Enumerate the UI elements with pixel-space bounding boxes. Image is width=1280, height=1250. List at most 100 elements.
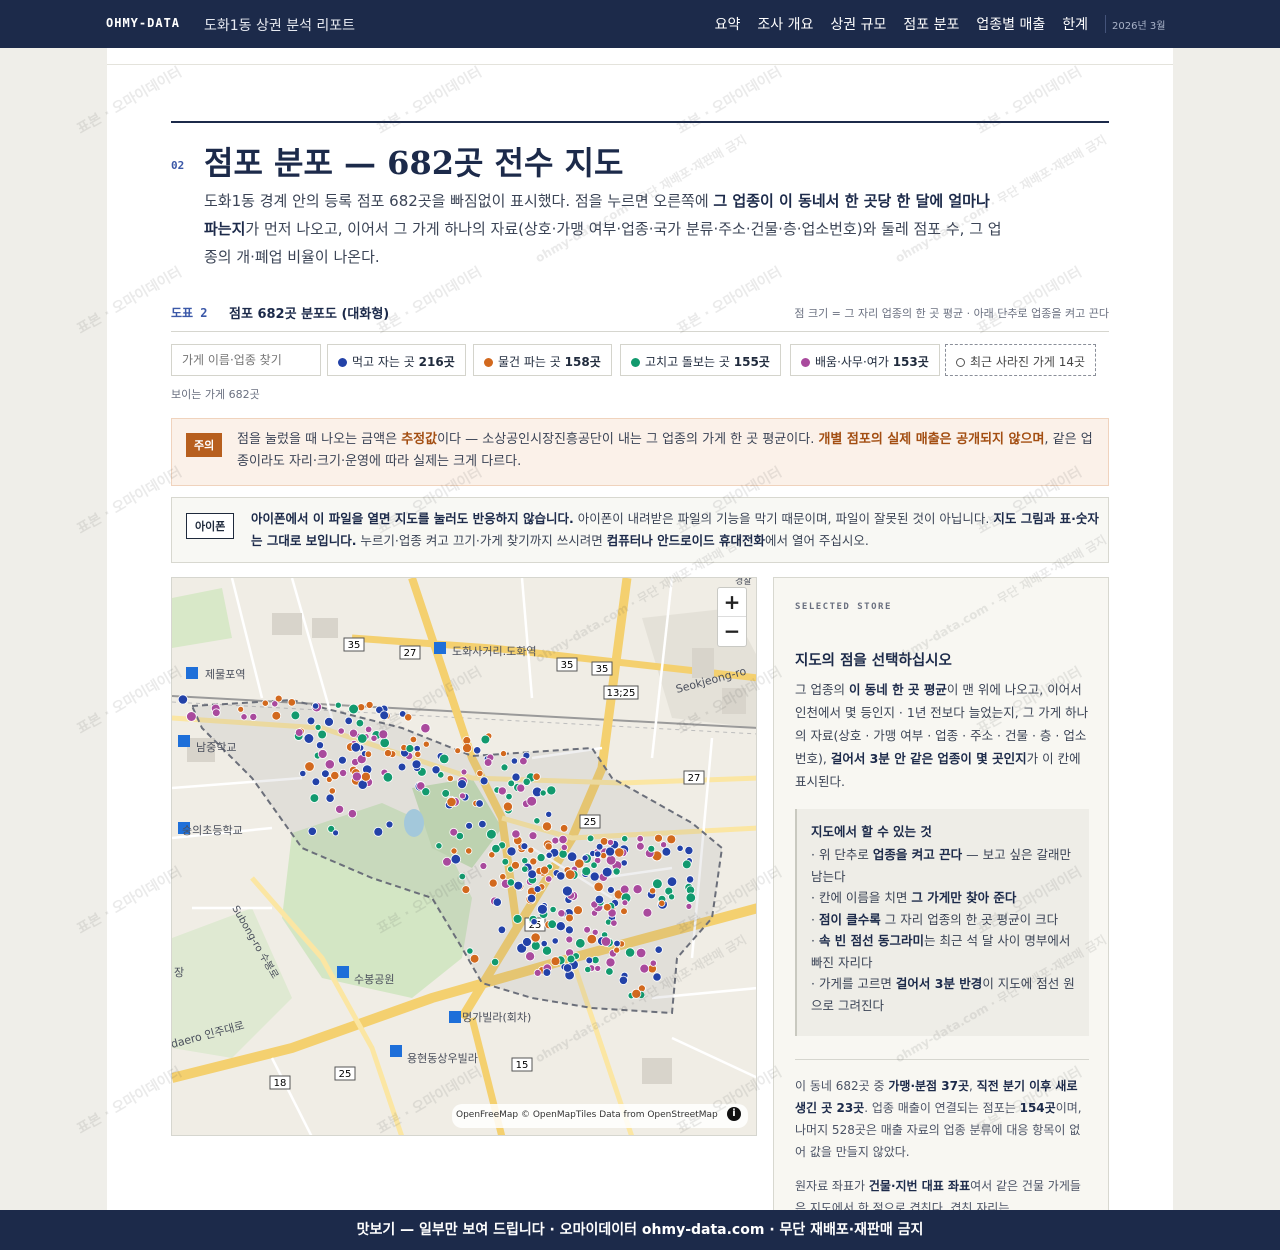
store-marker[interactable]	[501, 857, 510, 866]
store-marker[interactable]	[337, 727, 345, 735]
store-marker[interactable]	[490, 957, 500, 967]
store-marker[interactable]	[550, 956, 561, 967]
store-marker[interactable]	[466, 947, 474, 955]
store-marker[interactable]	[458, 792, 466, 800]
store-marker[interactable]	[536, 903, 548, 915]
store-marker[interactable]	[605, 957, 616, 968]
store-marker[interactable]	[304, 761, 315, 772]
store-marker[interactable]	[519, 756, 528, 766]
store-marker[interactable]	[261, 699, 269, 707]
nav-link-summary[interactable]: 요약	[715, 14, 741, 34]
store-marker[interactable]	[379, 737, 390, 749]
store-marker[interactable]	[545, 875, 553, 883]
store-marker[interactable]	[541, 945, 552, 956]
store-marker[interactable]	[594, 964, 602, 972]
store-marker[interactable]	[492, 897, 502, 907]
store-marker[interactable]	[613, 946, 621, 954]
store-marker[interactable]	[530, 918, 538, 926]
store-marker[interactable]	[512, 913, 523, 924]
store-marker[interactable]	[594, 850, 602, 858]
store-marker[interactable]	[312, 702, 320, 710]
store-marker[interactable]	[335, 804, 345, 814]
nav-link-market-size[interactable]: 상권 규모	[830, 14, 886, 34]
store-marker[interactable]	[556, 871, 566, 881]
store-marker[interactable]	[624, 947, 636, 958]
store-marker[interactable]	[581, 866, 592, 877]
filter-chip-repair-care[interactable]: 고치고 돌보는 곳 155곳	[620, 344, 781, 376]
store-marker[interactable]	[271, 700, 279, 708]
filter-chip-retail[interactable]: 물건 파는 곳 158곳	[473, 344, 612, 376]
store-marker[interactable]	[465, 847, 473, 855]
store-marker[interactable]	[287, 698, 296, 707]
store-marker[interactable]	[306, 716, 316, 726]
store-marker[interactable]	[314, 723, 322, 731]
store-marker[interactable]	[658, 899, 666, 907]
filter-chip-closed-stores[interactable]: 최근 사라진 가게 14곳	[945, 344, 1097, 376]
store-marker[interactable]	[473, 746, 482, 755]
store-marker[interactable]	[446, 774, 454, 782]
store-marker[interactable]	[522, 777, 531, 786]
store-marker[interactable]	[364, 750, 373, 758]
store-marker[interactable]	[271, 710, 282, 721]
store-marker[interactable]	[527, 869, 537, 880]
store-marker[interactable]	[365, 700, 374, 709]
store-marker[interactable]	[497, 925, 507, 934]
store-marker[interactable]	[420, 723, 431, 734]
store-marker[interactable]	[355, 718, 365, 728]
zoom-in-button[interactable]: +	[718, 588, 746, 617]
store-marker[interactable]	[605, 846, 616, 857]
store-marker[interactable]	[317, 729, 327, 740]
store-marker[interactable]	[454, 747, 462, 755]
store-marker[interactable]	[364, 725, 373, 734]
store-marker[interactable]	[404, 713, 413, 722]
store-marker[interactable]	[564, 925, 574, 935]
store-marker[interactable]	[506, 846, 517, 857]
store-marker[interactable]	[605, 967, 614, 976]
store-marker[interactable]	[431, 765, 441, 775]
store-marker[interactable]	[547, 919, 557, 929]
store-marker[interactable]	[533, 968, 542, 977]
store-marker[interactable]	[360, 771, 371, 782]
store-marker[interactable]	[325, 793, 335, 803]
store-marker[interactable]	[328, 787, 336, 795]
store-marker[interactable]	[558, 834, 568, 845]
store-marker[interactable]	[469, 953, 480, 964]
store-marker[interactable]	[566, 954, 576, 964]
store-marker[interactable]	[500, 763, 509, 772]
store-marker[interactable]	[373, 826, 384, 837]
store-marker[interactable]	[378, 729, 389, 740]
store-marker[interactable]	[581, 854, 589, 862]
store-marker[interactable]	[294, 728, 304, 737]
store-marker[interactable]	[559, 824, 569, 833]
store-marker[interactable]	[631, 988, 642, 999]
store-marker[interactable]	[382, 772, 394, 783]
store-marker[interactable]	[612, 867, 621, 876]
store-marker[interactable]	[685, 902, 693, 910]
nav-link-sales-by-industry[interactable]: 업종별 매출	[976, 14, 1045, 34]
store-marker[interactable]	[528, 831, 538, 841]
store-marker[interactable]	[532, 772, 541, 781]
store-marker[interactable]	[330, 771, 340, 781]
store-marker[interactable]	[541, 821, 552, 832]
store-marker[interactable]	[526, 795, 538, 807]
store-marker[interactable]	[605, 854, 617, 866]
store-marker[interactable]	[544, 842, 553, 851]
store-marker[interactable]	[676, 844, 684, 852]
store-marker[interactable]	[414, 750, 422, 758]
store-marker[interactable]	[311, 777, 321, 787]
store-marker[interactable]	[441, 789, 451, 798]
info-icon[interactable]: i	[727, 1107, 741, 1121]
store-marker[interactable]	[647, 844, 656, 853]
store-marker[interactable]	[610, 919, 618, 927]
store-marker[interactable]	[309, 793, 320, 803]
store-marker[interactable]	[621, 899, 629, 907]
store-marker[interactable]	[551, 937, 559, 945]
store-marker[interactable]	[542, 968, 552, 977]
store-marker[interactable]	[315, 741, 324, 750]
store-marker[interactable]	[586, 933, 598, 945]
store-search-input[interactable]	[171, 344, 321, 376]
store-marker[interactable]	[409, 735, 418, 744]
store-marker[interactable]	[303, 733, 315, 744]
store-marker[interactable]	[479, 862, 488, 870]
store-marker[interactable]	[565, 935, 574, 944]
